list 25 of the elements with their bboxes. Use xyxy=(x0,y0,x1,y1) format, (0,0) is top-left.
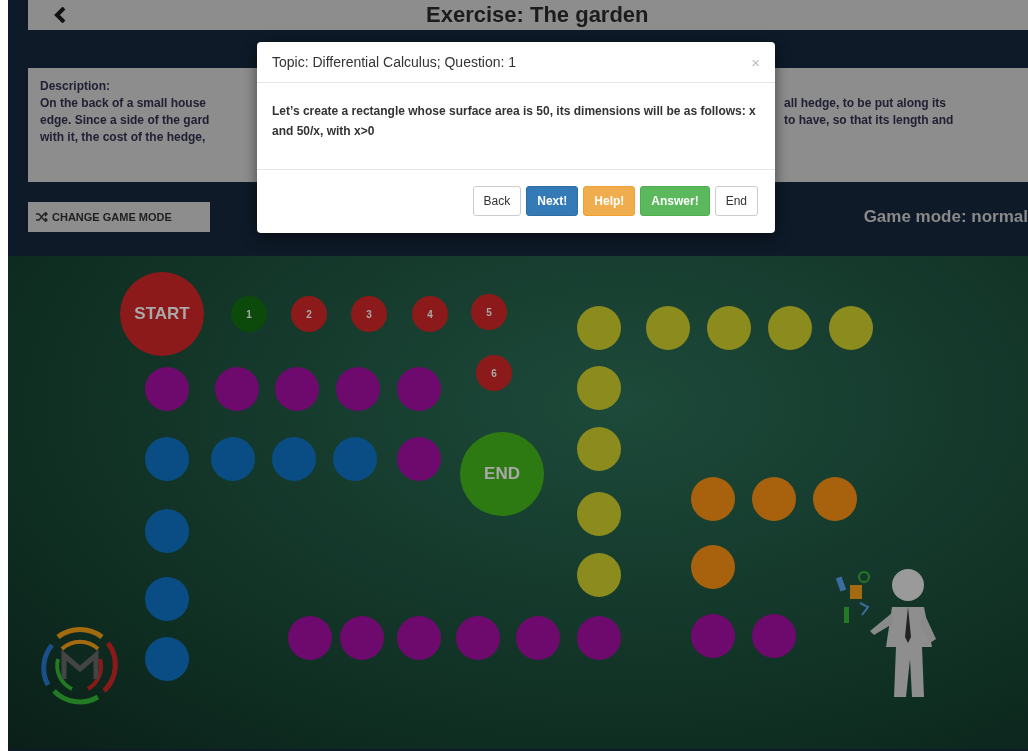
dialog-title: Topic: Differential Calculus; Question: 1 xyxy=(272,54,517,70)
shuffle-icon xyxy=(36,212,48,222)
description-text: with it, the cost of the hedge, xyxy=(40,129,207,146)
dialog-button[interactable]: Next! xyxy=(526,186,579,216)
board-space: 4 xyxy=(412,296,448,332)
start-space: START xyxy=(120,272,204,356)
description-text: edge. Since a side of the gard xyxy=(40,112,211,129)
dialog-button[interactable]: End xyxy=(714,186,758,216)
dialog-button[interactable]: Back xyxy=(472,186,522,216)
description-text: all hedge, to be put along its xyxy=(784,95,947,112)
question-text: Let’s create a rectangle whose surface area is 50, its dimensions will be as follows: x and 50/x, with x>0 xyxy=(272,104,756,138)
board-space: 1 xyxy=(231,296,267,332)
back-chevron-icon[interactable] xyxy=(54,7,66,23)
board-space: 2 xyxy=(291,296,327,332)
end-space: END xyxy=(460,432,544,516)
exercise-title: Exercise: The garden xyxy=(426,2,649,28)
game-mode-label: Game mode: normal xyxy=(863,207,1028,227)
dialog-button[interactable]: Answer! xyxy=(640,186,710,216)
board-space: 5 xyxy=(471,294,507,330)
description-text: to have, so that its length and xyxy=(784,112,955,129)
change-game-mode-button[interactable]: CHANGE GAME MODE xyxy=(28,202,210,232)
description-text: On the back of a small house xyxy=(40,95,208,112)
description-label: Description: xyxy=(40,78,111,95)
board-space: 3 xyxy=(351,296,387,332)
board-space: 6 xyxy=(476,355,512,391)
